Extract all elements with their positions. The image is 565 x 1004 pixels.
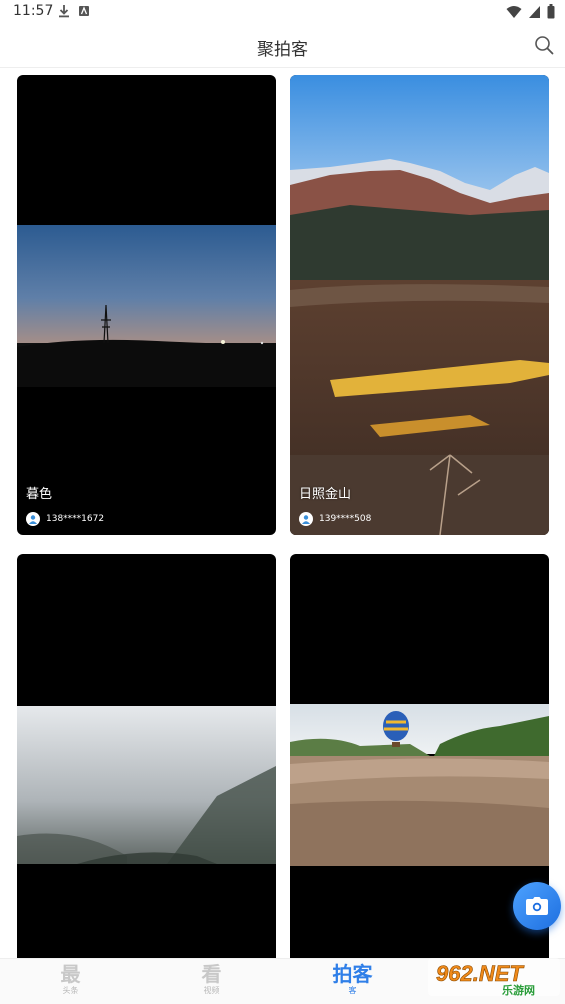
tab-video[interactable]: 看 视频: [141, 959, 282, 1004]
author-name: 138****1672: [46, 514, 105, 524]
status-system-icons: [506, 4, 555, 19]
watermark-logo: 962.NET 乐游网: [428, 958, 560, 997]
photo-card[interactable]: 暮色 138****1672: [17, 75, 276, 535]
author-name: 139****508: [319, 514, 372, 524]
wifi-icon: [506, 5, 522, 18]
camera-icon: [526, 897, 548, 915]
avatar: [26, 512, 40, 526]
download-icon: [59, 5, 69, 18]
page-title: 聚拍客: [257, 40, 308, 60]
user-icon: [302, 515, 310, 524]
tab-sublabel: 视频: [203, 986, 220, 995]
status-notification-icons: [58, 4, 90, 18]
avatar: [299, 512, 313, 526]
photo-card[interactable]: 日照金山 139****508: [290, 75, 549, 535]
status-time: 11:57: [13, 3, 54, 19]
card-title: 日照金山: [299, 487, 352, 502]
status-bar: 11:57: [0, 0, 565, 24]
camera-button[interactable]: [513, 882, 561, 930]
svg-text:962.NET: 962.NET: [436, 961, 524, 986]
app-header: 聚拍客: [0, 24, 565, 68]
tab-label: 看: [201, 962, 222, 986]
search-icon[interactable]: [533, 34, 555, 56]
cellular-icon: [529, 5, 540, 18]
app-notification-icon: [79, 6, 89, 16]
tab-sublabel: 头条: [62, 986, 79, 995]
tab-paike[interactable]: 拍客 客: [282, 959, 423, 1004]
tab-label: 拍客: [332, 962, 373, 986]
photo-foggy-valley: [17, 706, 276, 864]
battery-icon: [547, 4, 555, 19]
tab-sublabel: 客: [348, 986, 357, 995]
photo-hot-air-balloon: [290, 704, 549, 866]
tab-label: 最: [60, 962, 81, 986]
user-icon: [29, 515, 37, 524]
photo-golden-mountain: [290, 75, 549, 535]
photo-dusk: [17, 225, 276, 387]
photo-feed[interactable]: 暮色 138****1672 日照金山 139****508: [0, 68, 565, 958]
tab-headlines[interactable]: 最 头条: [0, 959, 141, 1004]
svg-text:乐游网: 乐游网: [502, 983, 535, 997]
card-title: 暮色: [26, 487, 53, 502]
card-author[interactable]: 139****508: [299, 512, 371, 526]
photo-card[interactable]: [17, 554, 276, 958]
card-author[interactable]: 138****1672: [26, 512, 104, 526]
photo-card[interactable]: [290, 554, 549, 958]
